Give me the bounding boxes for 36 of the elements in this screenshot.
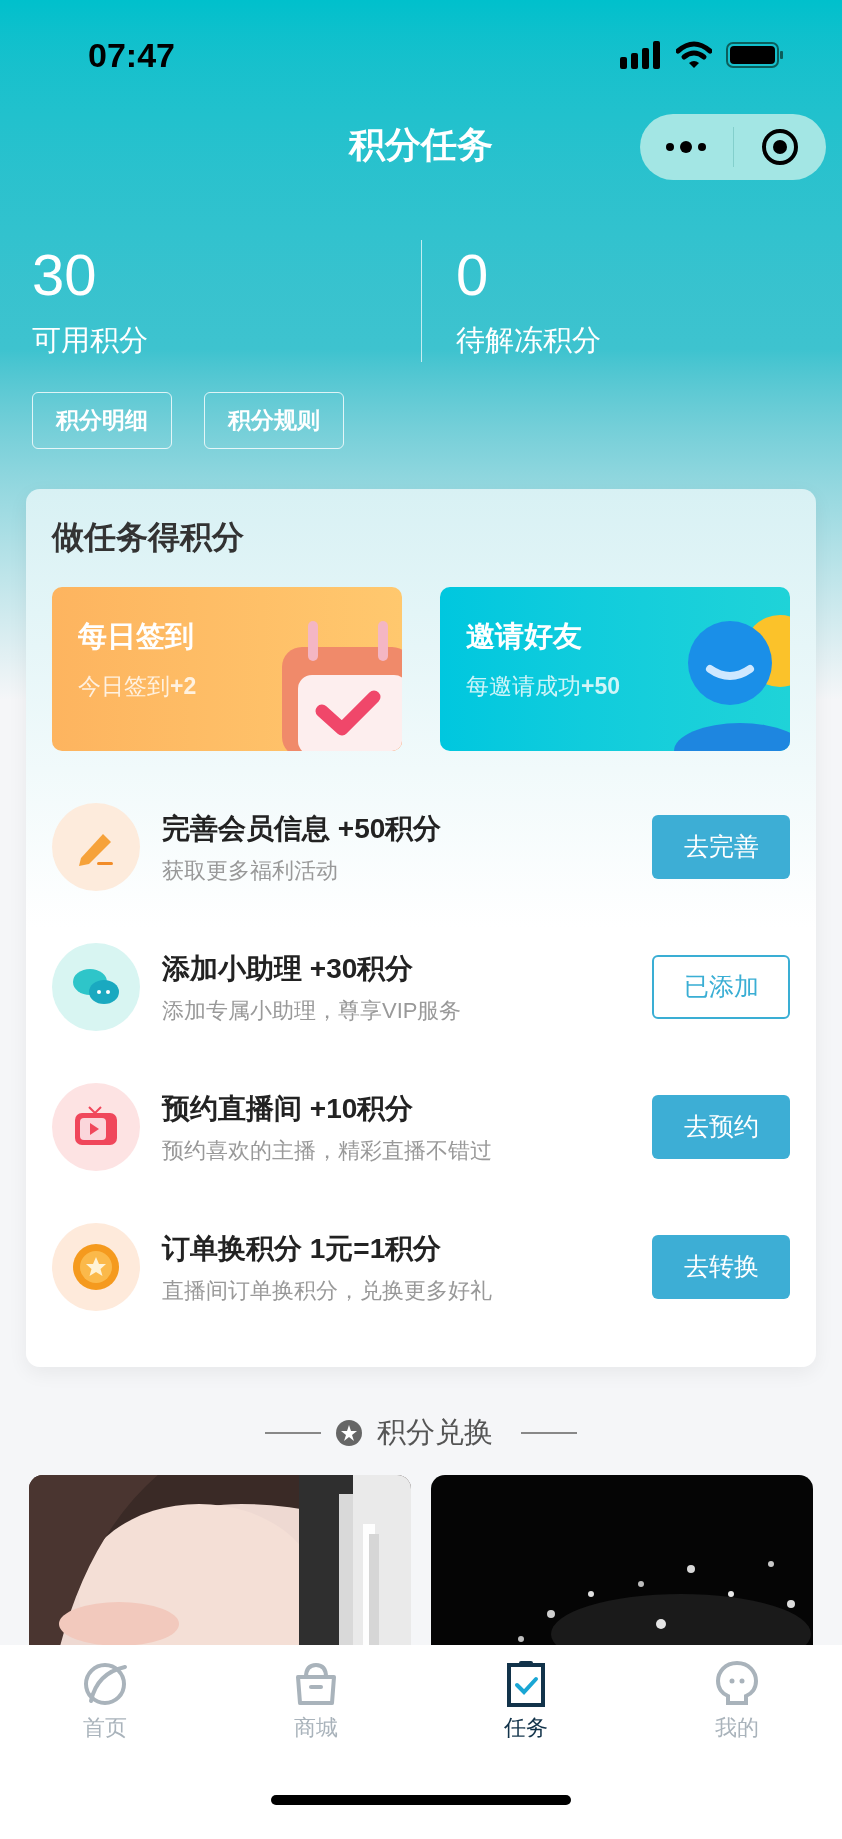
promo-card[interactable]: 每日签到 今日签到+2 [52,587,402,751]
task-title: 添加小助理 +30积分 [162,951,415,986]
promo-card[interactable]: 邀请好友 每邀请成功+50 [440,587,790,751]
points-value: 30 [32,241,98,309]
task-title: 完善会员信息 +50积分 [162,811,443,846]
points-label: 可用积分 [32,323,149,358]
task-subtitle: 获取更多福利活动 [162,856,339,885]
points-label: 待解冻积分 [456,323,602,358]
page-title: 积分任务 [349,123,493,167]
task-button[interactable]: 已添加 [652,955,790,1019]
tab-item[interactable]: 任务 [421,1645,632,1775]
task-subtitle: 添加专属小助理，尊享VIP服务 [162,996,463,1025]
promo-title: 每日签到 [78,619,195,654]
signal-icon [620,41,662,69]
section-title: 积分兑换 [377,1415,493,1450]
star-badge-icon [335,1418,363,1447]
task-subtitle: 直播间订单换积分，兑换更多好礼 [162,1276,493,1305]
status-time: 07:47 [88,34,175,76]
task-title: 订单换积分 1元=1积分 [162,1231,443,1266]
promo-subtitle: 今日签到+2 [78,671,198,701]
task-title: 预约直播间 +10积分 [162,1091,415,1126]
outline-button[interactable]: 积分规则 [204,392,344,449]
battery-icon [726,42,784,68]
wifi-icon [676,41,712,69]
task-subtitle: 预约喜欢的主播，精彩直播不错过 [162,1136,493,1165]
task-button[interactable]: 去预约 [652,1095,790,1159]
promo-subtitle: 每邀请成功+50 [466,671,621,701]
task-button[interactable]: 去转换 [652,1235,790,1299]
promo-title: 邀请好友 [466,619,583,654]
task-button[interactable]: 去完善 [652,815,790,879]
card-title: 做任务得积分 [52,518,245,557]
tab-item[interactable]: 我的 [631,1645,842,1775]
points-value: 0 [456,241,490,309]
outline-button[interactable]: 积分明细 [32,392,172,449]
tab-item[interactable]: 商城 [210,1645,421,1775]
tab-item[interactable]: 首页 [0,1645,211,1775]
